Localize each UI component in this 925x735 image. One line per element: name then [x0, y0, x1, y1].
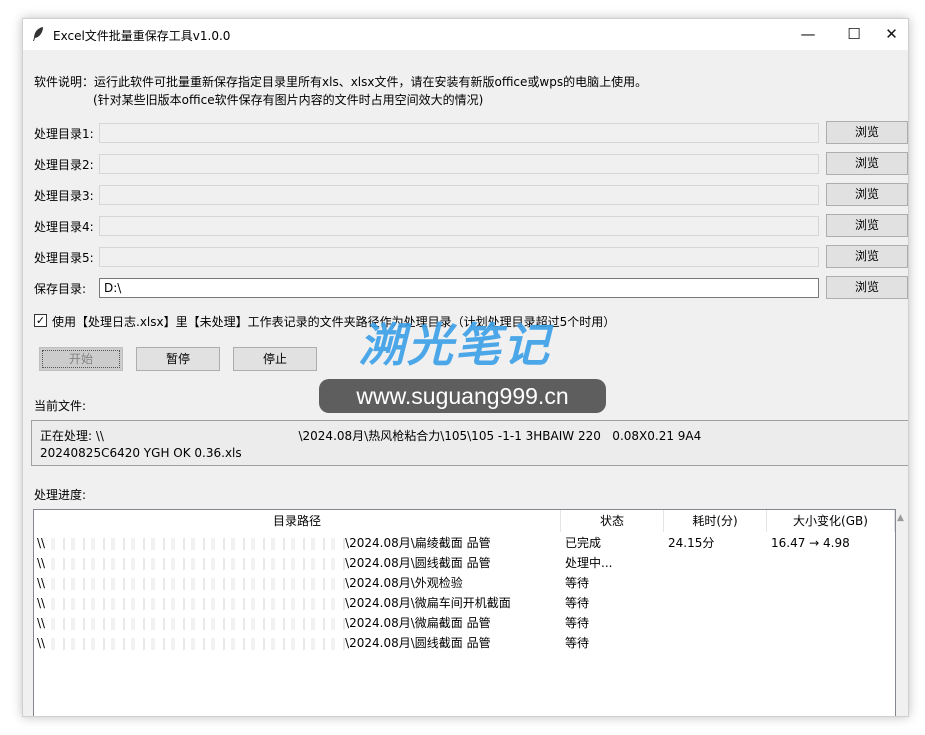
- dir4-input[interactable]: [99, 216, 819, 236]
- row-path: \\ \2024.08月\扁绫截面 品管: [37, 536, 491, 550]
- save-dir-input[interactable]: D:\: [99, 278, 819, 298]
- table-row[interactable]: \\ \2024.08月\圆线截面 品管 等待: [34, 633, 895, 653]
- table-row[interactable]: \\ \2024.08月\微扁截面 品管 等待: [34, 613, 895, 633]
- vertical-scrollbar[interactable]: [897, 509, 908, 716]
- title-bar: Excel文件批量重保存工具v1.0.0 — ☐ ✕: [23, 19, 908, 50]
- row-status: 处理中...: [565, 556, 613, 570]
- dir2-input[interactable]: [99, 154, 819, 174]
- maximize-button[interactable]: ☐: [831, 19, 877, 50]
- table-row[interactable]: \\ \2024.08月\扁绫截面 品管 已完成 24.15分 16.47 → 4…: [34, 533, 895, 553]
- save-dir-browse-button[interactable]: 浏览: [826, 276, 908, 299]
- progress-table[interactable]: 目录路径 状态 耗时(分) 大小变化(GB) \\ \2024.08月\扁绫截面 …: [33, 509, 896, 716]
- close-button[interactable]: ✕: [875, 19, 908, 50]
- row-path: \\ \2024.08月\圆线截面 品管: [37, 556, 491, 570]
- dir2-browse-button[interactable]: 浏览: [826, 152, 908, 175]
- column-header-status[interactable]: 状态: [561, 510, 664, 532]
- current-file-line-2: 20240825C6420 YGH OK 0.36.xls: [40, 446, 242, 460]
- dir3-input[interactable]: [99, 185, 819, 205]
- row-status: 等待: [565, 596, 590, 610]
- column-header-path[interactable]: 目录路径: [34, 510, 561, 532]
- dir3-browse-button[interactable]: 浏览: [826, 183, 908, 206]
- row-path: \\ \2024.08月\圆线截面 品管: [37, 636, 491, 650]
- column-header-size[interactable]: 大小变化(GB): [767, 510, 895, 532]
- dir5-label: 处理目录5:: [34, 251, 94, 265]
- dir1-browse-button[interactable]: 浏览: [826, 121, 908, 144]
- current-file-label: 当前文件:: [34, 399, 87, 413]
- dir1-input[interactable]: [99, 123, 819, 143]
- row-status: 等待: [565, 576, 590, 590]
- description-line-2: (针对某些旧版本office软件保存有图片内容的文件时占用空间效大的情况): [93, 93, 484, 107]
- dir5-input[interactable]: [99, 247, 819, 267]
- dir4-browse-button[interactable]: 浏览: [826, 214, 908, 237]
- row-status: 已完成: [565, 536, 602, 550]
- row-path: \\ \2024.08月\微扁车间开机截面: [37, 596, 511, 610]
- current-file-box: 正在处理: \\ \2024.08月\热风枪粘合力\105\105 -1-1 3…: [31, 420, 908, 466]
- window-title: Excel文件批量重保存工具v1.0.0: [53, 29, 231, 43]
- dir5-browse-button[interactable]: 浏览: [826, 245, 908, 268]
- table-row[interactable]: \\ \2024.08月\圆线截面 品管 处理中...: [34, 553, 895, 573]
- row-time: 24.15分: [668, 536, 715, 550]
- watermark-logo: 溯光笔记: [359, 318, 551, 372]
- dir3-label: 处理目录3:: [34, 189, 94, 203]
- app-window: Excel文件批量重保存工具v1.0.0 — ☐ ✕ 软件说明：运行此软件可批量…: [22, 18, 909, 717]
- watermark-url: www.suguang999.cn: [319, 379, 606, 413]
- table-row[interactable]: \\ \2024.08月\微扁车间开机截面 等待: [34, 593, 895, 613]
- dir2-label: 处理目录2:: [34, 158, 94, 172]
- minimize-button[interactable]: —: [785, 19, 831, 50]
- scroll-up-icon[interactable]: ▲: [897, 513, 904, 523]
- current-file-line-1: 正在处理: \\ \2024.08月\热风枪粘合力\105\105 -1-1 3…: [40, 429, 702, 443]
- description-line-1: 软件说明：运行此软件可批量重新保存指定目录里所有xls、xlsx文件，请在安装有…: [34, 75, 648, 89]
- row-status: 等待: [565, 636, 590, 650]
- use-log-checkbox[interactable]: ✓: [34, 314, 47, 327]
- save-dir-label: 保存目录:: [34, 282, 87, 296]
- pause-button[interactable]: 暂停: [136, 347, 220, 371]
- progress-label: 处理进度:: [34, 488, 87, 502]
- start-button[interactable]: 开始: [39, 347, 123, 371]
- row-size: 16.47 → 4.98: [771, 536, 850, 550]
- feather-icon: [33, 27, 43, 41]
- dir4-label: 处理目录4:: [34, 220, 94, 234]
- row-status: 等待: [565, 616, 590, 630]
- table-row[interactable]: \\ \2024.08月\外观检验 等待: [34, 573, 895, 593]
- stop-button[interactable]: 停止: [233, 347, 317, 371]
- row-path: \\ \2024.08月\外观检验: [37, 576, 463, 590]
- column-header-time[interactable]: 耗时(分): [664, 510, 767, 532]
- dir1-label: 处理目录1:: [34, 127, 94, 141]
- row-path: \\ \2024.08月\微扁截面 品管: [37, 616, 491, 630]
